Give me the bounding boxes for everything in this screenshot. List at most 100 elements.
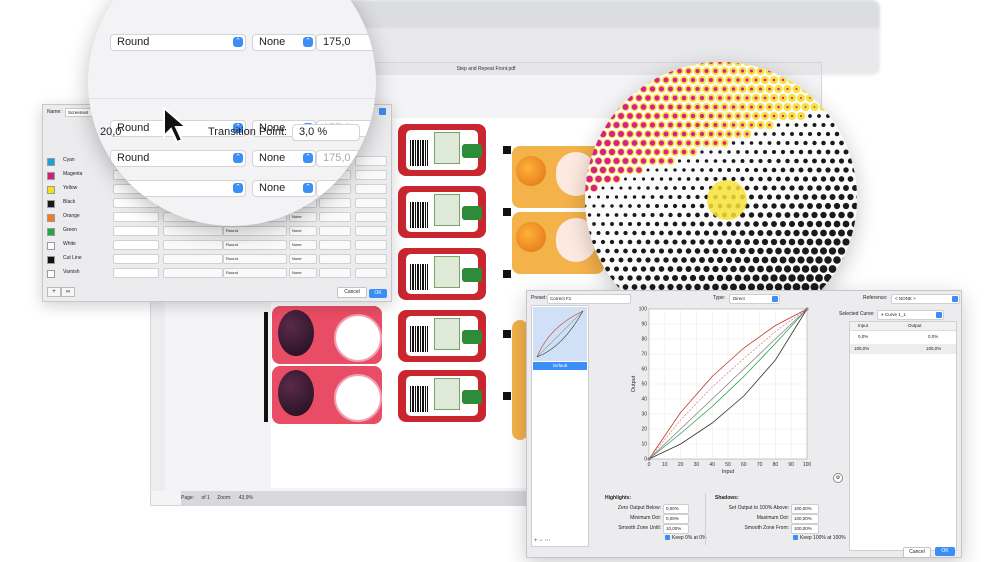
ink-extra-field[interactable] <box>355 240 387 250</box>
link-icon[interactable]: ∞ <box>61 287 75 297</box>
transition-percent-field[interactable]: 3,0 % <box>292 124 360 141</box>
halftone-dot <box>840 88 843 90</box>
ink-extra-field[interactable] <box>355 212 387 222</box>
none-select[interactable]: None ⌃ <box>252 180 316 197</box>
ink-angle-field[interactable] <box>163 268 223 278</box>
halftone-dot <box>779 256 787 264</box>
ink-field[interactable] <box>113 226 159 236</box>
halftone-dot <box>846 85 855 93</box>
preset-thumbnail[interactable] <box>533 307 587 361</box>
ink-none-select[interactable]: None <box>289 212 317 222</box>
minimum-dot-field[interactable]: 0,00% <box>663 514 689 524</box>
ink-value-field[interactable] <box>319 254 351 264</box>
preset-item-default[interactable]: Default <box>533 362 587 370</box>
type-select[interactable]: Direct <box>729 294 780 304</box>
halftone-dot <box>848 140 853 146</box>
ink-extra-field[interactable] <box>355 170 387 180</box>
halftone-dot <box>596 231 601 235</box>
ink-swatch <box>47 214 55 222</box>
halftone-dot <box>815 238 823 246</box>
set-output-field[interactable]: 100,00% <box>791 504 819 514</box>
halftone-dot <box>785 158 790 164</box>
preset-list-controls[interactable]: + − ⋯ <box>534 537 550 544</box>
ink-extra-field[interactable] <box>355 254 387 264</box>
ink-field[interactable] <box>113 212 159 222</box>
halftone-dot <box>636 257 642 263</box>
keep-100-checkbox[interactable]: Keep 100% at 100% <box>793 535 846 541</box>
ink-row[interactable]: Cut Line Round None <box>43 253 391 265</box>
add-icon[interactable] <box>379 108 386 115</box>
ink-field[interactable] <box>113 254 159 264</box>
ink-extra-field[interactable] <box>355 198 387 208</box>
reference-select[interactable]: < NONE > <box>891 294 960 304</box>
smooth-zone-until-field[interactable]: 10,00% <box>663 524 689 534</box>
none-select[interactable]: None ⌃ <box>252 34 316 51</box>
ink-row[interactable]: Green Round None <box>43 225 391 237</box>
halftone-dot <box>604 157 611 165</box>
ink-swatch <box>47 186 55 194</box>
halftone-dot <box>713 87 718 91</box>
highlights-title: Highlights: <box>605 495 632 501</box>
none-select[interactable]: None ⌃ <box>252 150 316 167</box>
ok-button[interactable]: OK <box>369 289 387 298</box>
table-row[interactable]: 100,0% 100,0% <box>850 344 956 354</box>
curve-graph[interactable]: 0 10 20 30 40 50 60 70 80 90 100 0 10 20 30 40 50 60 70 80 9… <box>631 305 827 479</box>
halftone-dot <box>718 150 722 154</box>
ink-row[interactable]: White Round None <box>43 239 391 251</box>
ink-shape-select[interactable]: Round <box>223 268 287 278</box>
table-row[interactable]: 0,0% 0,0% <box>850 332 956 342</box>
ink-value-field[interactable] <box>319 268 351 278</box>
halftone-dot <box>663 131 669 137</box>
ink-extra-field[interactable] <box>355 268 387 278</box>
ok-button[interactable]: OK <box>935 547 955 556</box>
add-ink-button[interactable]: + <box>47 287 61 297</box>
cancel-button[interactable]: Cancel <box>337 287 367 298</box>
halftone-dot <box>780 149 786 155</box>
halftone-dot <box>770 274 778 282</box>
curve-point <box>805 307 809 311</box>
preset-field[interactable]: Correct F1 <box>547 294 631 304</box>
curve-chart[interactable]: 0 10 20 30 40 50 60 70 80 90 100 0 10 20 30 40 50 60 70 80 9… <box>631 305 827 479</box>
ink-shape-select[interactable]: Round <box>223 254 287 264</box>
frequency-field[interactable] <box>316 180 376 197</box>
shape-select[interactable]: Round ⌃ <box>110 34 246 51</box>
ink-shape-select[interactable]: Round <box>223 226 287 236</box>
keep-0-checkbox[interactable]: Keep 0% at 0% <box>665 535 706 541</box>
selected-curve-select[interactable]: ● Curve 1_1 <box>877 310 944 320</box>
halftone-dot <box>641 248 646 254</box>
ink-shape-select[interactable]: Round <box>223 240 287 250</box>
smooth-zone-from-field[interactable]: 100,00% <box>791 524 819 534</box>
zero-output-field[interactable]: 0,00% <box>663 504 689 514</box>
halftone-dot <box>718 78 722 82</box>
ink-value-field[interactable] <box>319 240 351 250</box>
maximum-dot-field[interactable]: 100,00% <box>791 514 819 524</box>
halftone-dot <box>677 104 682 110</box>
ink-angle-field[interactable] <box>163 226 223 236</box>
ink-field[interactable] <box>113 268 159 278</box>
ink-extra-field[interactable] <box>355 226 387 236</box>
ink-none-select[interactable]: None <box>289 254 317 264</box>
shape-select[interactable]: ⌃ <box>110 180 246 197</box>
none-select-value: None <box>259 36 286 48</box>
ink-angle-field[interactable] <box>163 240 223 250</box>
frequency-field[interactable]: 175,0 <box>316 150 376 167</box>
ink-value-field[interactable] <box>319 226 351 236</box>
halftone-dot <box>646 204 650 208</box>
settings-icon[interactable]: ⚙ <box>833 473 843 483</box>
ink-angle-field[interactable] <box>163 254 223 264</box>
ink-none-select[interactable]: None <box>289 240 317 250</box>
frequency-field[interactable]: 175,0 <box>316 34 376 51</box>
ink-row[interactable]: Varnish Round None <box>43 267 391 279</box>
shape-select[interactable]: Round ⌃ <box>110 150 246 167</box>
ink-none-select[interactable]: None <box>289 226 317 236</box>
halftone-dot <box>659 212 664 218</box>
zoom-value[interactable]: 43,9% <box>239 495 253 501</box>
halftone-dot <box>649 158 656 164</box>
ink-none-select[interactable]: None <box>289 268 317 278</box>
cancel-button[interactable]: Cancel <box>903 547 931 558</box>
ink-value-field[interactable] <box>319 212 351 222</box>
halftone-dot <box>811 229 818 237</box>
ink-field[interactable] <box>113 240 159 250</box>
ink-value-field[interactable] <box>319 198 351 208</box>
halftone-spot <box>707 180 747 220</box>
